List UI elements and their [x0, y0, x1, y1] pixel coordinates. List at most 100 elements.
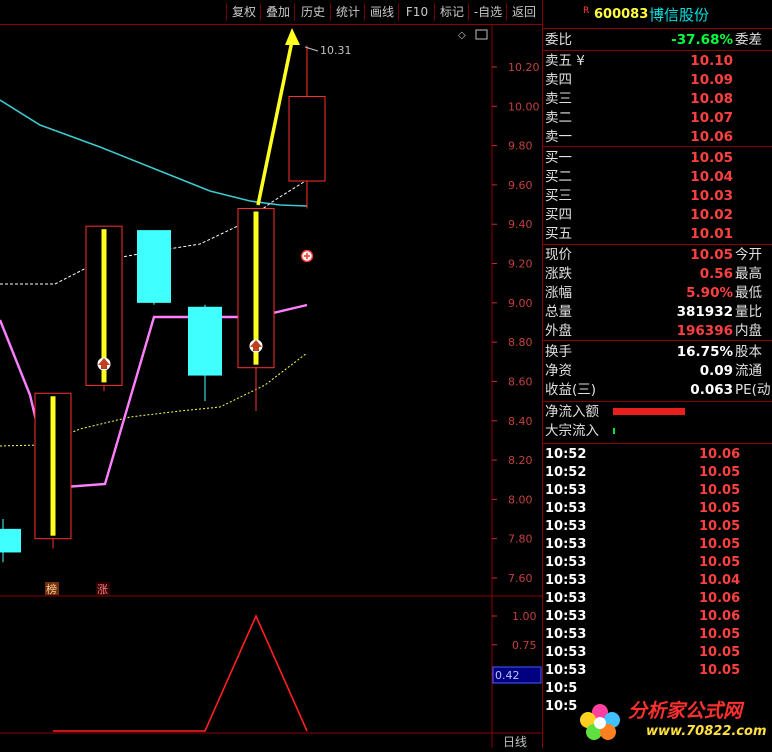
bid-label: 买五 — [545, 226, 572, 242]
price-tick-label: 10.00 — [508, 100, 540, 113]
stat-label: 净资 — [545, 363, 572, 379]
candle-body — [188, 306, 222, 376]
toolbar-button-draw[interactable]: 画线 — [364, 3, 399, 21]
ask-row: 卖一 10.06 — [543, 128, 772, 146]
toolbar-button-stats[interactable]: 统计 — [330, 3, 365, 21]
divider — [543, 401, 772, 402]
ask-price: 10.09 — [690, 72, 733, 88]
ask-price: 10.07 — [690, 110, 733, 126]
tick-row: 10:53 10.05 — [543, 536, 772, 554]
tick-row: 10:53 10.05 — [543, 554, 772, 572]
diamond-icon[interactable]: ◇ — [458, 30, 466, 41]
bid-row: 买一 10.05 — [543, 149, 772, 167]
stat-row: 现价 10.05 今开 — [543, 246, 772, 264]
stat-label: 换手 — [545, 344, 572, 360]
tick-price: 10.05 — [699, 627, 741, 642]
tick-price: 10.05 — [699, 555, 741, 570]
bid-label: 买三 — [545, 188, 572, 204]
stat-row: 净资 0.09 流通 — [543, 362, 772, 380]
toolbar-button-f10[interactable]: F10 — [398, 3, 435, 21]
price-tick-label: 9.20 — [508, 258, 533, 271]
sub-tick-label: 1.00 — [512, 610, 537, 623]
net-inflow-label: 净流入额 — [545, 404, 599, 420]
price-tick-label: 8.20 — [508, 454, 533, 467]
tick-row: 10:53 10.05 — [543, 518, 772, 536]
stat-label: 外盘 — [545, 323, 572, 339]
event-marker-icon[interactable] — [97, 357, 111, 371]
divider — [543, 244, 772, 245]
kline-chart[interactable]: ◇ 10.20 10.00 9.80 9.60 9.40 9.20 9.00 8.80 8.60… — [0, 25, 542, 749]
price-tick-label: 8.00 — [508, 493, 533, 506]
kline-chart-svg[interactable]: ◇ 10.20 10.00 9.80 9.60 9.40 9.20 9.00 8.80 8.60… — [0, 25, 542, 749]
tick-price: 10.05 — [699, 501, 741, 516]
event-marker-icon[interactable] — [249, 339, 263, 353]
ask-label: 卖三 — [545, 91, 572, 107]
stock-header: R 600083 博信股份 — [543, 6, 772, 26]
toolbar-button-watchlist[interactable]: -自选 — [468, 3, 507, 21]
tick-time: 10:53 — [545, 609, 587, 624]
tick-time: 10:53 — [545, 555, 587, 570]
price-tick-label: 8.40 — [508, 415, 533, 428]
tick-row: 10:53 10.05 — [543, 626, 772, 644]
stat-row: 收益(三) 0.063 PE(动 — [543, 381, 772, 399]
tick-price: 10.04 — [699, 573, 741, 588]
price-tick-label: 10.20 — [508, 61, 540, 74]
weibi-label: 委比 — [545, 32, 572, 48]
window-icon[interactable] — [475, 29, 488, 40]
tick-time: 10:53 — [545, 591, 587, 606]
price-tick-label: 8.80 — [508, 336, 533, 349]
bid-row: 买四 10.02 — [543, 206, 772, 224]
tick-time: 10:52 — [545, 465, 587, 480]
price-tick-label: 9.00 — [508, 297, 533, 310]
divider — [543, 28, 772, 29]
stat-tail-label: 股本 — [735, 344, 762, 360]
tick-time: 10:53 — [545, 573, 587, 588]
stat-label: 收益(三) — [545, 382, 597, 398]
tick-price: 10.05 — [699, 465, 741, 480]
stat-value: 0.09 — [699, 363, 733, 379]
watermark-title: 分析家公式网 — [628, 700, 743, 722]
bid-price: 10.04 — [690, 169, 733, 185]
weibi-value: -37.68% — [671, 32, 733, 48]
period-label[interactable]: 日线 — [503, 735, 527, 749]
stat-row: 总量 381932 量比 — [543, 303, 772, 321]
toolbar-button-back[interactable]: 返回 — [506, 3, 541, 21]
price-axis: 10.20 10.00 9.80 9.60 9.40 9.20 9.00 8.80 8.60 8.… — [492, 61, 540, 585]
stat-tail-label: 量比 — [735, 304, 762, 320]
tick-row: 10:53 10.05 — [543, 482, 772, 500]
tick-row: 10:52 10.06 — [543, 446, 772, 464]
tick-time: 10:53 — [545, 519, 587, 534]
tick-price: 10.06 — [699, 591, 741, 606]
stat-value: 16.75% — [676, 344, 733, 360]
stat-row: 涨跌 0.56 最高 — [543, 265, 772, 283]
ask-price: 10.08 — [690, 91, 733, 107]
toolbar-button-history[interactable]: 历史 — [294, 3, 331, 21]
price-tick-label: 9.60 — [508, 179, 533, 192]
stat-label: 总量 — [545, 304, 572, 320]
stat-row: 涨幅 5.90% 最低 — [543, 284, 772, 302]
badge-bang-label: 榜 — [46, 582, 57, 596]
tick-row: 10:53 10.05 — [543, 644, 772, 662]
tick-price: 10.05 — [699, 663, 741, 678]
stat-row: 换手 16.75% 股本 — [543, 343, 772, 361]
tick-price: 10.05 — [699, 537, 741, 552]
yellow-arrow-line — [256, 40, 294, 206]
tick-row: 10:53 10.05 — [543, 662, 772, 680]
ask-label: 卖一 — [545, 129, 572, 145]
toolbar-button-fuquan[interactable]: 复权 — [226, 3, 261, 21]
bid-row: 买五 10.01 — [543, 225, 772, 243]
price-tick-label: 7.80 — [508, 533, 533, 546]
toolbar-button-mark[interactable]: 标记 — [434, 3, 469, 21]
tick-price: 10.05 — [699, 645, 741, 660]
tick-row: 10:52 10.05 — [543, 464, 772, 482]
stat-value: 5.90% — [686, 285, 733, 301]
bid-row: 买二 10.04 — [543, 168, 772, 186]
badge-zhang-label: 涨 — [97, 583, 108, 596]
weibi-row: 委比 -37.68% 委差 — [543, 31, 772, 49]
toolbar-button-overlay[interactable]: 叠加 — [260, 3, 295, 21]
bid-price: 10.05 — [690, 150, 733, 166]
weicha-label: 委差 — [735, 32, 762, 48]
ask-label: 卖二 — [545, 110, 572, 126]
divider — [543, 443, 772, 444]
price-tick-label: 9.80 — [508, 140, 533, 153]
